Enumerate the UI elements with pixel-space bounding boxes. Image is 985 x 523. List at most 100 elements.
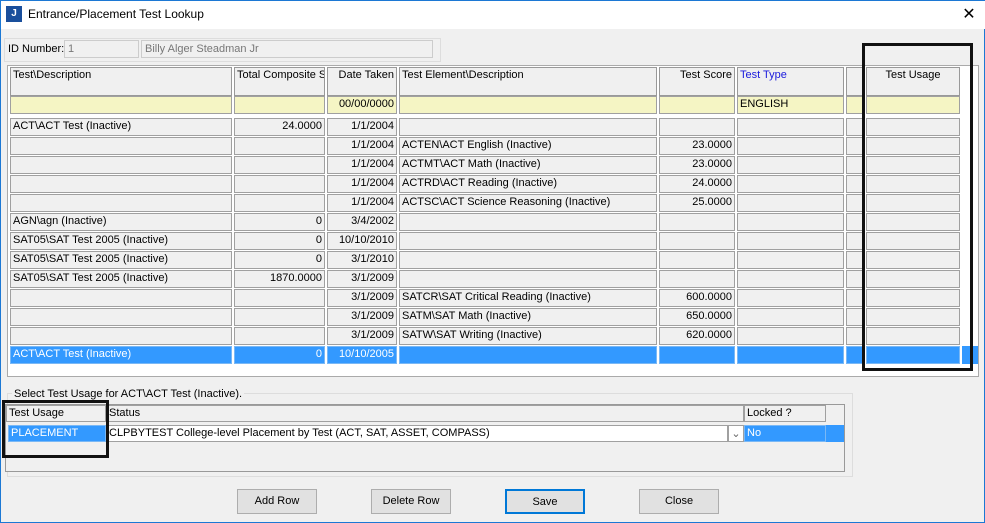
cell-test-type[interactable] <box>737 308 844 326</box>
cell-test-element[interactable]: SATM\SAT Math (Inactive) <box>399 308 657 326</box>
add-row-button[interactable]: Add Row <box>237 489 317 514</box>
filter-date-taken[interactable]: 00/00/0000 <box>327 96 397 114</box>
cell-test-element[interactable] <box>399 213 657 231</box>
cell-test-score[interactable] <box>659 346 735 364</box>
cell-date-taken[interactable]: 1/1/2004 <box>327 175 397 193</box>
cell-test-score[interactable]: 600.0000 <box>659 289 735 307</box>
cell-date-taken[interactable]: 1/1/2004 <box>327 137 397 155</box>
cell-test-element[interactable]: ACTRD\ACT Reading (Inactive) <box>399 175 657 193</box>
cell-date-taken[interactable]: 10/10/2005 <box>327 346 397 364</box>
cell-total-composite-score[interactable]: 0 <box>234 346 325 364</box>
filter-test-type[interactable]: ENGLISH <box>737 96 844 114</box>
cell-test-description[interactable] <box>10 327 232 345</box>
cell-test-element[interactable] <box>399 232 657 250</box>
filter-test-score[interactable] <box>659 96 735 114</box>
cell-date-taken[interactable]: 10/10/2010 <box>327 232 397 250</box>
cell-test-description[interactable] <box>10 289 232 307</box>
cell-test-type[interactable] <box>737 346 844 364</box>
cell-total-composite-score[interactable] <box>234 175 325 193</box>
cell-test-score[interactable] <box>659 232 735 250</box>
cell-total-composite-score[interactable]: 0 <box>234 232 325 250</box>
cell-test-score[interactable] <box>659 213 735 231</box>
cell-test-element[interactable]: ACTMT\ACT Math (Inactive) <box>399 156 657 174</box>
header-test-description[interactable]: Test\Description <box>10 67 232 96</box>
cell-date-taken[interactable]: 3/4/2002 <box>327 213 397 231</box>
cell-test-element[interactable]: SATCR\SAT Critical Reading (Inactive) <box>399 289 657 307</box>
filter-total-composite-score[interactable] <box>234 96 325 114</box>
cell-total-composite-score[interactable] <box>234 137 325 155</box>
cell-test-description[interactable] <box>10 194 232 212</box>
cell-total-composite-score[interactable] <box>234 289 325 307</box>
header-date-taken[interactable]: Date Taken <box>327 67 397 96</box>
cell-test-element[interactable]: SATW\SAT Writing (Inactive) <box>399 327 657 345</box>
cell-test-score[interactable]: 23.0000 <box>659 137 735 155</box>
id-number-field[interactable]: 1 <box>64 40 139 58</box>
cell-test-score[interactable]: 24.0000 <box>659 175 735 193</box>
header-total-composite-score[interactable]: Total Composite Score <box>234 67 325 96</box>
close-icon[interactable]: ✕ <box>959 4 979 24</box>
cell-test-type[interactable] <box>737 194 844 212</box>
cell-total-composite-score[interactable] <box>234 327 325 345</box>
cell-test-type[interactable] <box>737 270 844 288</box>
cell-test-score[interactable]: 25.0000 <box>659 194 735 212</box>
cell-test-description[interactable]: SAT05\SAT Test 2005 (Inactive) <box>10 270 232 288</box>
cell-total-composite-score[interactable]: 1870.0000 <box>234 270 325 288</box>
cell-total-composite-score[interactable]: 0 <box>234 251 325 269</box>
cell-test-type[interactable] <box>737 289 844 307</box>
usage-header-locked[interactable]: Locked ? <box>744 405 826 422</box>
cell-test-description[interactable]: SAT05\SAT Test 2005 (Inactive) <box>10 232 232 250</box>
status-combobox[interactable]: CLPBYTEST College-level Placement by Tes… <box>106 425 728 442</box>
cell-total-composite-score[interactable] <box>234 156 325 174</box>
cell-test-element[interactable] <box>399 270 657 288</box>
header-test-type[interactable]: Test Type <box>737 67 844 96</box>
cell-test-score[interactable]: 650.0000 <box>659 308 735 326</box>
cell-test-description[interactable]: ACT\ACT Test (Inactive) <box>10 346 232 364</box>
header-test-score[interactable]: Test Score <box>659 67 735 96</box>
cell-date-taken[interactable]: 1/1/2004 <box>327 156 397 174</box>
cell-test-type[interactable] <box>737 137 844 155</box>
cell-test-description[interactable]: AGN\agn (Inactive) <box>10 213 232 231</box>
close-button[interactable]: Close <box>639 489 719 514</box>
usage-header-status[interactable]: Status <box>106 405 744 422</box>
cell-test-description[interactable] <box>10 308 232 326</box>
cell-date-taken[interactable]: 3/1/2009 <box>327 270 397 288</box>
cell-total-composite-score[interactable]: 24.0000 <box>234 118 325 136</box>
chevron-down-icon[interactable]: ⌄ <box>728 425 744 442</box>
cell-test-type[interactable] <box>737 156 844 174</box>
cell-test-score[interactable] <box>659 270 735 288</box>
cell-date-taken[interactable]: 1/1/2004 <box>327 194 397 212</box>
cell-date-taken[interactable]: 3/1/2009 <box>327 327 397 345</box>
cell-test-score[interactable] <box>659 118 735 136</box>
cell-test-description[interactable] <box>10 175 232 193</box>
cell-test-element[interactable] <box>399 346 657 364</box>
cell-test-description[interactable] <box>10 137 232 155</box>
cell-total-composite-score[interactable]: 0 <box>234 213 325 231</box>
cell-date-taken[interactable]: 1/1/2004 <box>327 118 397 136</box>
cell-date-taken[interactable]: 3/1/2009 <box>327 289 397 307</box>
cell-test-element[interactable]: ACTSC\ACT Science Reasoning (Inactive) <box>399 194 657 212</box>
save-button[interactable]: Save <box>505 489 585 514</box>
cell-test-description[interactable]: SAT05\SAT Test 2005 (Inactive) <box>10 251 232 269</box>
cell-test-element[interactable] <box>399 118 657 136</box>
cell-test-type[interactable] <box>737 175 844 193</box>
header-test-element[interactable]: Test Element\Description <box>399 67 657 96</box>
usage-cell-locked[interactable]: No <box>744 425 826 442</box>
cell-test-type[interactable] <box>737 118 844 136</box>
cell-test-type[interactable] <box>737 232 844 250</box>
cell-total-composite-score[interactable] <box>234 194 325 212</box>
filter-test-description[interactable] <box>10 96 232 114</box>
cell-test-score[interactable] <box>659 251 735 269</box>
cell-date-taken[interactable]: 3/1/2010 <box>327 251 397 269</box>
cell-test-element[interactable]: ACTEN\ACT English (Inactive) <box>399 137 657 155</box>
cell-test-element[interactable] <box>399 251 657 269</box>
cell-total-composite-score[interactable] <box>234 308 325 326</box>
cell-test-description[interactable]: ACT\ACT Test (Inactive) <box>10 118 232 136</box>
cell-test-score[interactable]: 620.0000 <box>659 327 735 345</box>
cell-test-type[interactable] <box>737 251 844 269</box>
filter-test-element[interactable] <box>399 96 657 114</box>
cell-test-type[interactable] <box>737 327 844 345</box>
cell-date-taken[interactable]: 3/1/2009 <box>327 308 397 326</box>
cell-test-type[interactable] <box>737 213 844 231</box>
delete-row-button[interactable]: Delete Row <box>371 489 451 514</box>
cell-test-score[interactable]: 23.0000 <box>659 156 735 174</box>
